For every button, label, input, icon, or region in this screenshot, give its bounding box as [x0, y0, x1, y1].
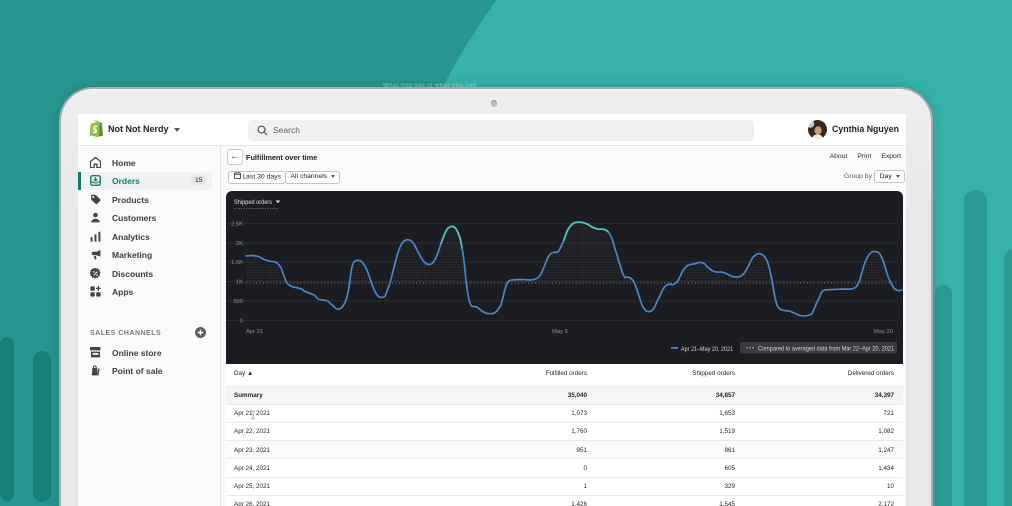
svg-text:2K: 2K [236, 241, 243, 247]
svg-text:0: 0 [240, 319, 243, 325]
svg-text:Shipped orders: Shipped orders [234, 199, 272, 206]
svg-text:1K: 1K [236, 280, 243, 286]
svg-text:500: 500 [233, 299, 243, 305]
svg-text:May 20: May 20 [874, 329, 893, 335]
svg-text:Apr 21–May 20, 2021: Apr 21–May 20, 2021 [681, 346, 733, 353]
svg-text:Apr 21: Apr 21 [246, 329, 263, 335]
svg-text:1.5K: 1.5K [231, 260, 243, 266]
svg-text:Compared to averaged data from: Compared to averaged data from Mar 22–Ap… [758, 345, 894, 352]
svg-text:2.5K: 2.5K [231, 222, 243, 228]
svg-text:May 5: May 5 [552, 329, 568, 335]
